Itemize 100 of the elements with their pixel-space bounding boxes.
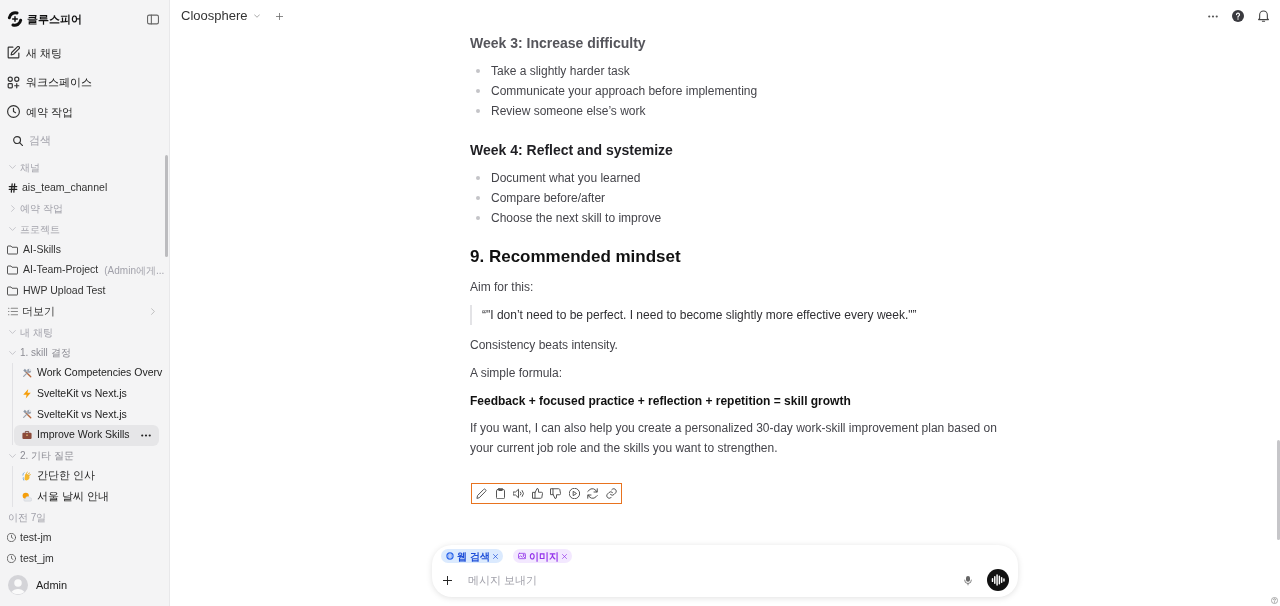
list-item-text: Compare before/after — [491, 190, 606, 207]
tools-icon — [22, 368, 32, 379]
tool-chip[interactable]: 이미지 — [512, 549, 572, 563]
history-item[interactable]: test-jm — [7, 530, 52, 546]
paragraph: A simple formula: — [470, 365, 564, 382]
pencil-icon — [476, 488, 487, 499]
search-field[interactable]: 검색 — [29, 132, 129, 149]
help-button[interactable] — [1232, 10, 1244, 22]
list-icon — [8, 306, 18, 316]
list-item-text: Review someone else’s work — [491, 103, 646, 120]
formula-text: Feedback + focused practice + reflection + repetition = skill growth — [470, 393, 852, 410]
chevron-down-icon — [253, 14, 260, 18]
regenerate-button[interactable] — [587, 488, 598, 499]
project-item[interactable]: AI-Team-Project (Admin에게... — [7, 262, 165, 279]
bell-icon — [1258, 10, 1269, 22]
chat-item[interactable]: Improve Work Skills — [14, 424, 159, 446]
dislike-button[interactable] — [550, 488, 561, 499]
chat-item[interactable]: SvelteKit vs Next.js — [14, 383, 127, 405]
remove-chip-button[interactable] — [561, 553, 567, 559]
voice-input-button[interactable] — [964, 574, 972, 586]
tools-icon — [22, 409, 32, 420]
help-icon — [1232, 10, 1244, 22]
channel-item[interactable]: ais_team_channel — [7, 180, 108, 196]
scrollbar-thumb[interactable] — [1277, 440, 1280, 540]
paragraph: If you want, I can also help you create a personalized 30-day work-skill improvement plan based on your current job role and the skills you want to strengthen. — [470, 420, 998, 457]
bullet-icon — [476, 196, 480, 200]
bullet-icon — [476, 176, 480, 180]
paragraph: Aim for this: — [470, 279, 535, 296]
close-icon — [561, 553, 567, 559]
attach-button[interactable] — [443, 575, 452, 585]
plus-icon — [275, 12, 283, 20]
folder-icon — [7, 244, 18, 255]
like-button[interactable] — [531, 488, 543, 499]
project-item[interactable]: HWP Upload Test — [7, 283, 106, 299]
chat-item[interactable]: 간단한 인사 — [14, 465, 95, 487]
globe-icon — [446, 552, 454, 560]
nav-item[interactable]: 워크스페이스 — [7, 74, 92, 91]
briefcase-icon — [22, 430, 32, 440]
project-item[interactable]: AI-Skills — [7, 241, 61, 258]
user-name[interactable]: Admin — [36, 576, 68, 594]
edit-button[interactable] — [476, 488, 487, 499]
list-item-text: Document what you learned — [491, 170, 641, 187]
more-options-button[interactable] — [1208, 14, 1218, 18]
more-projects-link[interactable]: 더보기 — [7, 303, 55, 320]
new-tab-button[interactable] — [275, 12, 283, 20]
list-item-text: Communicate your approach before implementing — [491, 83, 758, 100]
new-chat-icon — [7, 46, 20, 60]
sidebar-toggle-button[interactable] — [147, 13, 159, 25]
workspace-icon — [7, 75, 20, 89]
clock-icon — [7, 105, 20, 119]
owner-note: (Admin에게... — [104, 263, 165, 278]
microphone-icon — [964, 574, 972, 586]
chat-item[interactable]: SvelteKit vs Next.js — [14, 403, 127, 425]
chat-item[interactable]: Work Competencies Overv — [14, 362, 163, 384]
nav-item[interactable]: 예약 작업 — [7, 103, 74, 120]
list-item-text: Take a slightly harder task — [491, 63, 630, 80]
tool-chip[interactable]: 웹 검색 — [441, 549, 503, 563]
link-button[interactable] — [605, 488, 617, 499]
close-icon — [492, 553, 498, 559]
clock-icon — [7, 554, 16, 564]
bullet-icon — [476, 109, 480, 113]
lightning-icon — [22, 388, 32, 399]
read-aloud-button[interactable] — [513, 488, 524, 499]
folder-icon — [7, 265, 18, 276]
scrollbar-thumb[interactable] — [165, 155, 168, 257]
chat-options-button[interactable] — [141, 433, 151, 437]
chat-item[interactable]: 서울 날씨 안내 — [14, 486, 109, 508]
copy-button[interactable] — [494, 488, 506, 499]
notifications-button[interactable] — [1258, 10, 1269, 22]
section-heading: Week 3: Increase difficulty — [470, 34, 647, 53]
remove-chip-button[interactable] — [492, 553, 498, 559]
section-heading: 9. Recommended mindset — [470, 246, 682, 268]
waveform-icon — [987, 569, 1009, 591]
link-icon — [605, 488, 617, 499]
message-input[interactable]: 메시지 보내기 — [468, 571, 954, 589]
panel-icon — [147, 13, 159, 25]
group-label: 이전 7일 — [7, 510, 47, 525]
play-button[interactable] — [568, 488, 580, 499]
list-item-text: Choose the next skill to improve — [491, 210, 662, 227]
plus-icon — [443, 575, 452, 585]
hash-icon — [8, 182, 18, 193]
thumbs-down-icon — [550, 488, 561, 499]
play-icon — [568, 488, 580, 499]
clipboard-icon — [494, 488, 506, 499]
model-selector[interactable]: Cloosphere — [181, 6, 260, 26]
folder-icon — [7, 285, 18, 296]
paragraph: Consistency beats intensity. — [470, 337, 619, 354]
refresh-icon — [587, 488, 598, 499]
voice-mode-button[interactable] — [987, 569, 1009, 591]
chevron-right-icon — [151, 307, 155, 315]
more-icon — [141, 433, 151, 437]
history-item[interactable]: test_jm — [7, 550, 54, 567]
more-icon — [1208, 14, 1218, 18]
section-heading: Week 4: Reflect and systemize — [470, 141, 674, 160]
speaker-icon — [513, 488, 524, 499]
brand-link[interactable]: 클루스피어 — [7, 10, 82, 28]
nav-item[interactable]: 새 채팅 — [7, 44, 63, 61]
thumbs-up-icon — [531, 488, 543, 499]
logo-icon — [7, 11, 23, 27]
search-icon — [13, 135, 23, 146]
